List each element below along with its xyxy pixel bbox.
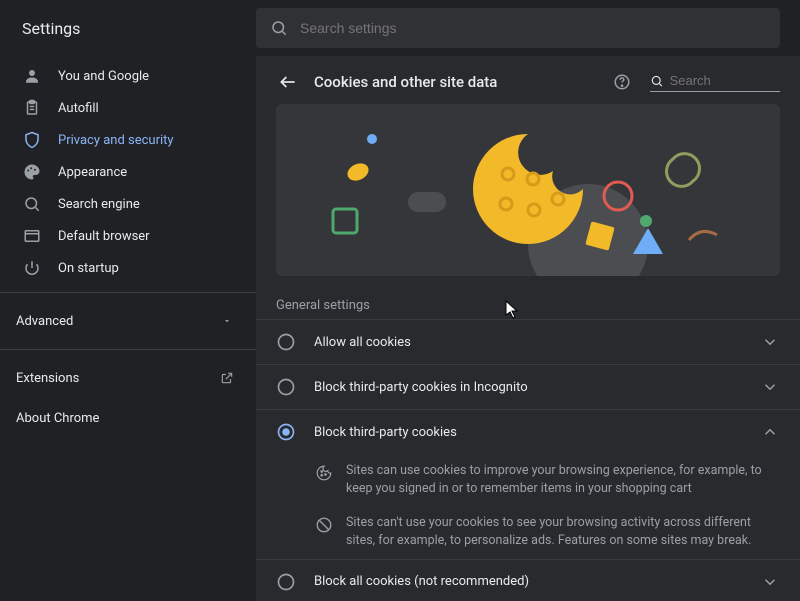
sidebar-item-label: Search engine (58, 197, 140, 212)
expand-button[interactable] (760, 377, 780, 397)
page-search[interactable] (650, 73, 780, 92)
sidebar-item-privacy-security[interactable]: Privacy and security (0, 124, 256, 156)
search-icon (650, 73, 664, 89)
chevron-down-icon (222, 316, 232, 326)
option-block-third-party-incognito[interactable]: Block third-party cookies in Incognito (256, 364, 800, 409)
cookie-icon (314, 463, 334, 483)
option-label: Block third-party cookies in Incognito (314, 380, 760, 395)
option-label: Allow all cookies (314, 335, 760, 350)
page-header: Cookies and other site data (256, 56, 800, 104)
palette-icon (22, 162, 42, 182)
clipboard-icon (22, 98, 42, 118)
chevron-down-icon (761, 378, 779, 396)
chevron-down-icon (761, 573, 779, 591)
expand-button[interactable] (760, 572, 780, 592)
advanced-label: Advanced (16, 314, 73, 329)
radio-selected-icon (276, 422, 296, 442)
sidebar-item-appearance[interactable]: Appearance (0, 156, 256, 188)
app-title: Settings (0, 19, 256, 38)
cookies-hero-illustration (276, 104, 780, 276)
help-icon (613, 73, 631, 91)
sidebar-advanced[interactable]: Advanced (0, 301, 256, 341)
option-detail-allowed: Sites can use cookies to improve your br… (256, 454, 800, 506)
option-allow-all-cookies[interactable]: Allow all cookies (256, 319, 800, 364)
sidebar: You and Google Autofill Privacy and secu… (0, 56, 256, 601)
radio-unselected-icon (276, 377, 296, 397)
expand-button[interactable] (760, 332, 780, 352)
sidebar-item-label: Default browser (58, 229, 150, 244)
page-title: Cookies and other site data (314, 73, 598, 91)
sidebar-item-default-browser[interactable]: Default browser (0, 220, 256, 252)
option-block-all-cookies[interactable]: Block all cookies (not recommended) (256, 559, 800, 601)
search-icon (270, 19, 288, 37)
page-search-input[interactable] (670, 73, 780, 88)
radio-unselected-icon (276, 332, 296, 352)
general-settings-label: General settings (256, 288, 800, 319)
search-icon (22, 194, 42, 214)
sidebar-item-label: Privacy and security (58, 133, 174, 148)
sidebar-item-label: You and Google (58, 69, 149, 84)
sidebar-item-search-engine[interactable]: Search engine (0, 188, 256, 220)
sidebar-item-label: Appearance (58, 165, 127, 180)
option-block-third-party[interactable]: Block third-party cookies (256, 409, 800, 454)
detail-text: Sites can use cookies to improve your br… (346, 462, 780, 498)
sidebar-item-you-and-google[interactable]: You and Google (0, 60, 256, 92)
sidebar-item-label: Autofill (58, 101, 99, 116)
collapse-button[interactable] (760, 422, 780, 442)
sidebar-about-chrome[interactable]: About Chrome (0, 398, 256, 438)
block-icon (314, 515, 334, 535)
shield-icon (22, 130, 42, 150)
sidebar-item-on-startup[interactable]: On startup (0, 252, 256, 284)
sidebar-extensions[interactable]: Extensions (0, 358, 256, 398)
global-search-input[interactable] (300, 20, 766, 36)
extensions-label: Extensions (16, 371, 79, 386)
option-label: Block third-party cookies (314, 425, 760, 440)
detail-text: Sites can't use your cookies to see your… (346, 514, 780, 550)
content-area: Cookies and other site data (256, 56, 800, 601)
chevron-down-icon (761, 333, 779, 351)
open-external-icon (220, 371, 234, 385)
option-label: Block all cookies (not recommended) (314, 574, 760, 589)
radio-unselected-icon (276, 572, 296, 592)
sidebar-item-label: On startup (58, 261, 119, 276)
browser-icon (22, 226, 42, 246)
topbar: Settings (0, 0, 800, 56)
person-icon (22, 66, 42, 86)
sidebar-item-autofill[interactable]: Autofill (0, 92, 256, 124)
help-button[interactable] (612, 72, 632, 92)
option-detail-blocked: Sites can't use your cookies to see your… (256, 506, 800, 558)
arrow-left-icon (278, 72, 298, 92)
global-search[interactable] (256, 8, 780, 48)
back-button[interactable] (276, 70, 300, 94)
power-icon (22, 258, 42, 278)
about-label: About Chrome (16, 411, 99, 426)
chevron-up-icon (761, 423, 779, 441)
